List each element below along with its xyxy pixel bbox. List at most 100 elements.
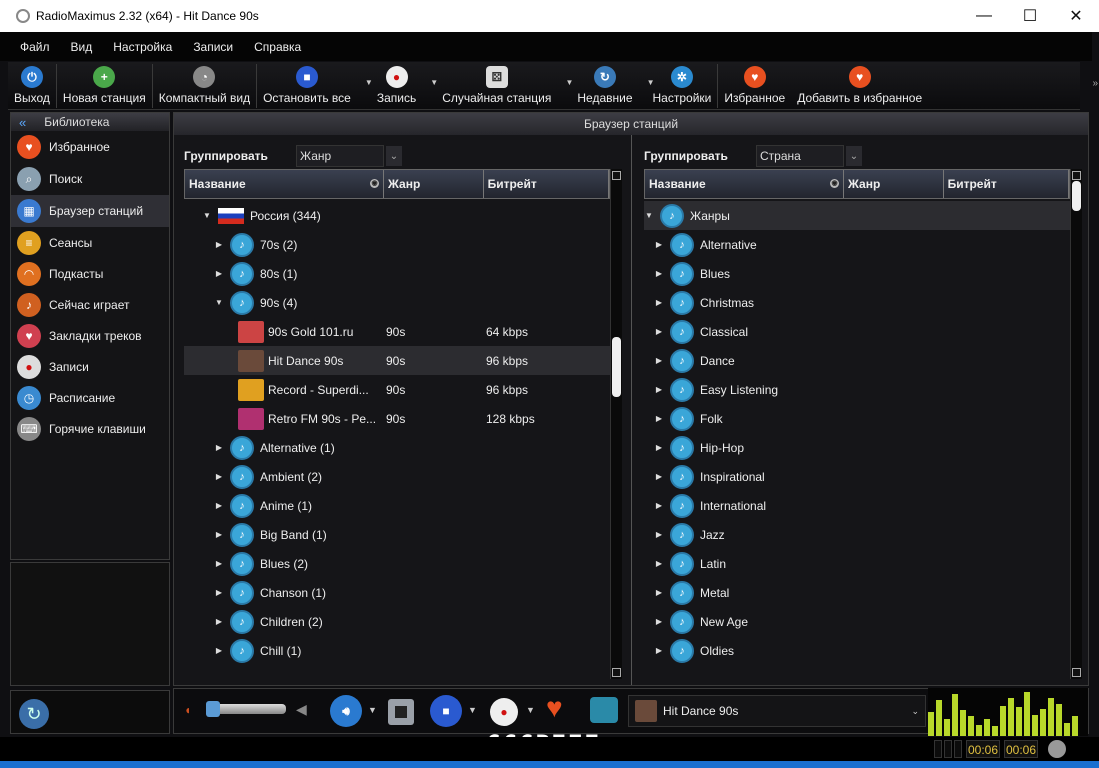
genre-row[interactable]: ▶ ♪ Metal	[644, 578, 1070, 607]
tree-root-genres[interactable]: ▼ ♪ Жанры	[644, 201, 1070, 230]
tree-root-russia[interactable]: ▼ Россия (344)	[184, 201, 616, 230]
station-row[interactable]: Hit Dance 90s 90s 96 kbps	[184, 346, 616, 375]
genre-row[interactable]: ▶ ♪ Inspirational	[644, 462, 1070, 491]
genre-row[interactable]: ▶ ♪ 80s (1)	[184, 259, 616, 288]
close-button[interactable]: ✕	[1053, 0, 1099, 32]
collapse-arrow-icon[interactable]: ▼	[202, 211, 212, 220]
expand-arrow-icon[interactable]: ▶	[214, 269, 224, 278]
library-item-2[interactable]: ▦ Браузер станций	[11, 195, 169, 227]
scroll-up-icon[interactable]	[612, 171, 621, 180]
stop-all-button[interactable]: ■ Остановить все ▼	[257, 62, 373, 110]
library-item-8[interactable]: ◷ Расписание	[11, 382, 169, 413]
expand-arrow-icon[interactable]: ▶	[654, 298, 664, 307]
column-genre[interactable]: Жанр	[844, 170, 944, 198]
expand-arrow-icon[interactable]: ▶	[654, 414, 664, 423]
station-row[interactable]: Retro FM 90s - Pe... 90s 128 kbps	[184, 404, 616, 433]
group-by-select[interactable]: Жанр	[296, 145, 384, 167]
collapse-panel-icon[interactable]: «	[19, 115, 26, 130]
favorites-button[interactable]: ♥ Избранное	[718, 62, 791, 110]
menu-records[interactable]: Записи	[193, 40, 233, 54]
stop-all-player-button[interactable]: ■	[430, 695, 462, 727]
genre-row[interactable]: ▶ ♪ Oldies	[644, 636, 1070, 665]
column-bitrate[interactable]: Битрейт	[484, 170, 609, 198]
genre-row[interactable]: ▶ ♪ International	[644, 491, 1070, 520]
genre-row[interactable]: ▶ ♪ Easy Listening	[644, 375, 1070, 404]
group-by-select[interactable]: Страна	[756, 145, 844, 167]
now-playing-box[interactable]: Hit Dance 90s ⌄	[628, 695, 926, 727]
library-item-7[interactable]: ● Записи	[11, 351, 169, 382]
expand-arrow-icon[interactable]: ▶	[214, 240, 224, 249]
sort-icon[interactable]: ◉	[370, 179, 380, 188]
expand-arrow-icon[interactable]: ▶	[214, 559, 224, 568]
genre-row[interactable]: ▶ ♪ Ambient (2)	[184, 462, 616, 491]
volume-slider-knob[interactable]	[206, 701, 220, 717]
collapse-arrow-icon[interactable]: ▼	[214, 298, 224, 307]
scroll-down-icon[interactable]	[1072, 668, 1081, 677]
radio-info-button[interactable]	[590, 697, 618, 723]
add-favorite-button[interactable]: ♥ Добавить в избранное	[791, 62, 928, 110]
expand-arrow-icon[interactable]: ▶	[214, 617, 224, 626]
station-row[interactable]: Record - Superdi... 90s 96 kbps	[184, 375, 616, 404]
expand-arrow-icon[interactable]: ▶	[654, 530, 664, 539]
expand-arrow-icon[interactable]: ▶	[654, 617, 664, 626]
genre-row[interactable]: ▶ ♪ Chill (1)	[184, 636, 616, 665]
column-name[interactable]: Название ◉	[185, 170, 385, 198]
maximize-button[interactable]: ☐	[1007, 0, 1053, 32]
record-button[interactable]: ● Запись ▼	[371, 62, 438, 110]
genre-row[interactable]: ▶ ♪ Big Band (1)	[184, 520, 616, 549]
record-player-button[interactable]: ●	[490, 698, 518, 726]
menu-file[interactable]: Файл	[20, 40, 50, 54]
add-favorite-player-button[interactable]: ♥	[546, 693, 576, 723]
compact-view-button[interactable]: ◔ Компактный вид	[153, 62, 256, 110]
volume-knob-icon[interactable]	[1048, 740, 1066, 758]
genre-row[interactable]: ▶ ♪ Christmas	[644, 288, 1070, 317]
scroll-up-icon[interactable]	[1072, 171, 1081, 180]
exit-button[interactable]: ⏻ Выход	[8, 62, 56, 110]
genre-row[interactable]: ▶ ♪ Chanson (1)	[184, 578, 616, 607]
genre-row[interactable]: ▶ ♪ Children (2)	[184, 607, 616, 636]
stop-button[interactable]	[388, 699, 414, 725]
genre-row[interactable]: ▶ ♪ Blues	[644, 259, 1070, 288]
expand-arrow-icon[interactable]: ▶	[654, 501, 664, 510]
station-row[interactable]: 90s Gold 101.ru 90s 64 kbps	[184, 317, 616, 346]
genre-row[interactable]: ▶ ♪ 70s (2)	[184, 230, 616, 259]
scroll-down-icon[interactable]	[612, 668, 621, 677]
expand-arrow-icon[interactable]: ▶	[654, 385, 664, 394]
stop-dropdown-icon[interactable]: ▼	[468, 705, 477, 715]
column-genre[interactable]: Жанр	[384, 170, 484, 198]
library-item-5[interactable]: ♪ Сейчас играет	[11, 289, 169, 320]
record-dropdown-icon[interactable]: ▼	[526, 705, 535, 715]
expand-arrow-icon[interactable]: ▶	[654, 240, 664, 249]
group-by-dropdown-icon[interactable]: ⌄	[846, 146, 862, 166]
random-station-button[interactable]: ⚄ Случайная станция ▼	[436, 62, 573, 110]
expand-arrow-icon[interactable]: ▶	[654, 472, 664, 481]
now-playing-dropdown-icon[interactable]: ⌄	[911, 706, 919, 717]
balance-icon[interactable]: ◖	[184, 703, 191, 717]
left-scrollbar[interactable]	[610, 169, 622, 679]
volume-button[interactable]: 🔊︎	[330, 695, 362, 727]
library-item-3[interactable]: ≡ Сеансы	[11, 227, 169, 258]
mute-icon[interactable]: ◀	[296, 701, 307, 718]
scroll-thumb[interactable]	[1072, 181, 1081, 211]
sort-icon[interactable]: ◉	[830, 179, 840, 188]
expand-arrow-icon[interactable]: ▶	[654, 559, 664, 568]
expand-arrow-icon[interactable]: ▶	[214, 646, 224, 655]
new-station-button[interactable]: + Новая станция	[57, 62, 152, 110]
genre-row[interactable]: ▶ ♪ Classical	[644, 317, 1070, 346]
expand-arrow-icon[interactable]: ▶	[214, 443, 224, 452]
expand-arrow-icon[interactable]: ▶	[654, 356, 664, 365]
menu-settings[interactable]: Настройка	[113, 40, 172, 54]
collapse-arrow-icon[interactable]: ▼	[644, 211, 654, 220]
genre-row[interactable]: ▶ ♪ Hip-Hop	[644, 433, 1070, 462]
genre-row[interactable]: ▶ ♪ Alternative	[644, 230, 1070, 259]
menu-help[interactable]: Справка	[254, 40, 301, 54]
genre-row[interactable]: ▶ ♪ Latin	[644, 549, 1070, 578]
column-bitrate[interactable]: Битрейт	[944, 170, 1069, 198]
library-item-6[interactable]: ♥ Закладки треков	[11, 320, 169, 351]
recent-button[interactable]: ↻ Недавние ▼	[571, 62, 655, 110]
genre-row[interactable]: ▶ ♪ Dance	[644, 346, 1070, 375]
genre-row[interactable]: ▶ ♪ Anime (1)	[184, 491, 616, 520]
group-by-dropdown-icon[interactable]: ⌄	[386, 146, 402, 166]
expand-arrow-icon[interactable]: ▶	[654, 269, 664, 278]
genre-row[interactable]: ▶ ♪ Folk	[644, 404, 1070, 433]
